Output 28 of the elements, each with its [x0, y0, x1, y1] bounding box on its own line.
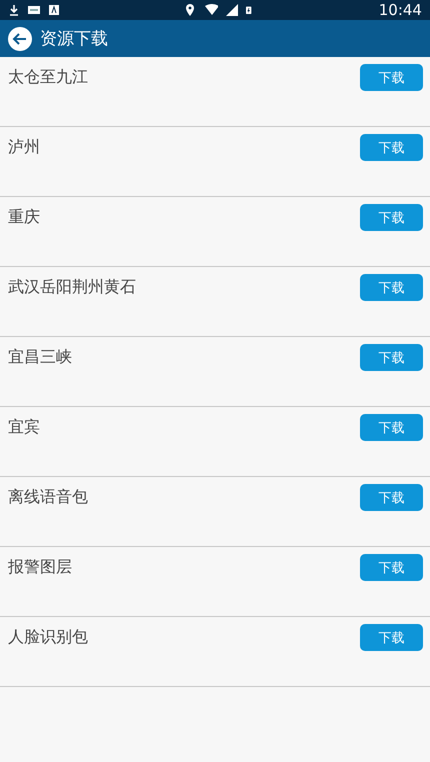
- resource-name: 武汉岳阳荆州黄石: [8, 277, 136, 298]
- download-icon: [8, 4, 20, 16]
- download-button[interactable]: 下载: [360, 204, 423, 231]
- notification-icon: [28, 4, 40, 16]
- resource-name: 太仓至九江: [8, 67, 88, 88]
- download-button[interactable]: 下载: [360, 344, 423, 371]
- download-button[interactable]: 下载: [360, 134, 423, 161]
- download-button[interactable]: 下载: [360, 414, 423, 441]
- download-button[interactable]: 下载: [360, 64, 423, 91]
- download-button[interactable]: 下载: [360, 554, 423, 581]
- wifi-icon: [204, 4, 218, 16]
- status-time: 10:44: [378, 1, 422, 19]
- page-title: 资源下载: [40, 28, 108, 50]
- download-button[interactable]: 下载: [360, 624, 423, 651]
- resource-name: 泸州: [8, 137, 40, 158]
- location-icon: [184, 4, 196, 16]
- battery-icon: [246, 4, 254, 16]
- back-icon[interactable]: [8, 26, 32, 50]
- resource-name: 报警图层: [8, 557, 72, 578]
- notification-icon: [48, 4, 60, 16]
- download-button[interactable]: 下载: [360, 484, 423, 511]
- download-button[interactable]: 下载: [360, 274, 423, 301]
- resource-name: 宜宾: [8, 417, 40, 438]
- resource-name: 重庆: [8, 207, 40, 228]
- resource-name: 离线语音包: [8, 487, 88, 508]
- resource-name: 人脸识别包: [8, 627, 88, 648]
- signal-icon: [226, 4, 238, 16]
- resource-name: 宜昌三峡: [8, 347, 72, 368]
